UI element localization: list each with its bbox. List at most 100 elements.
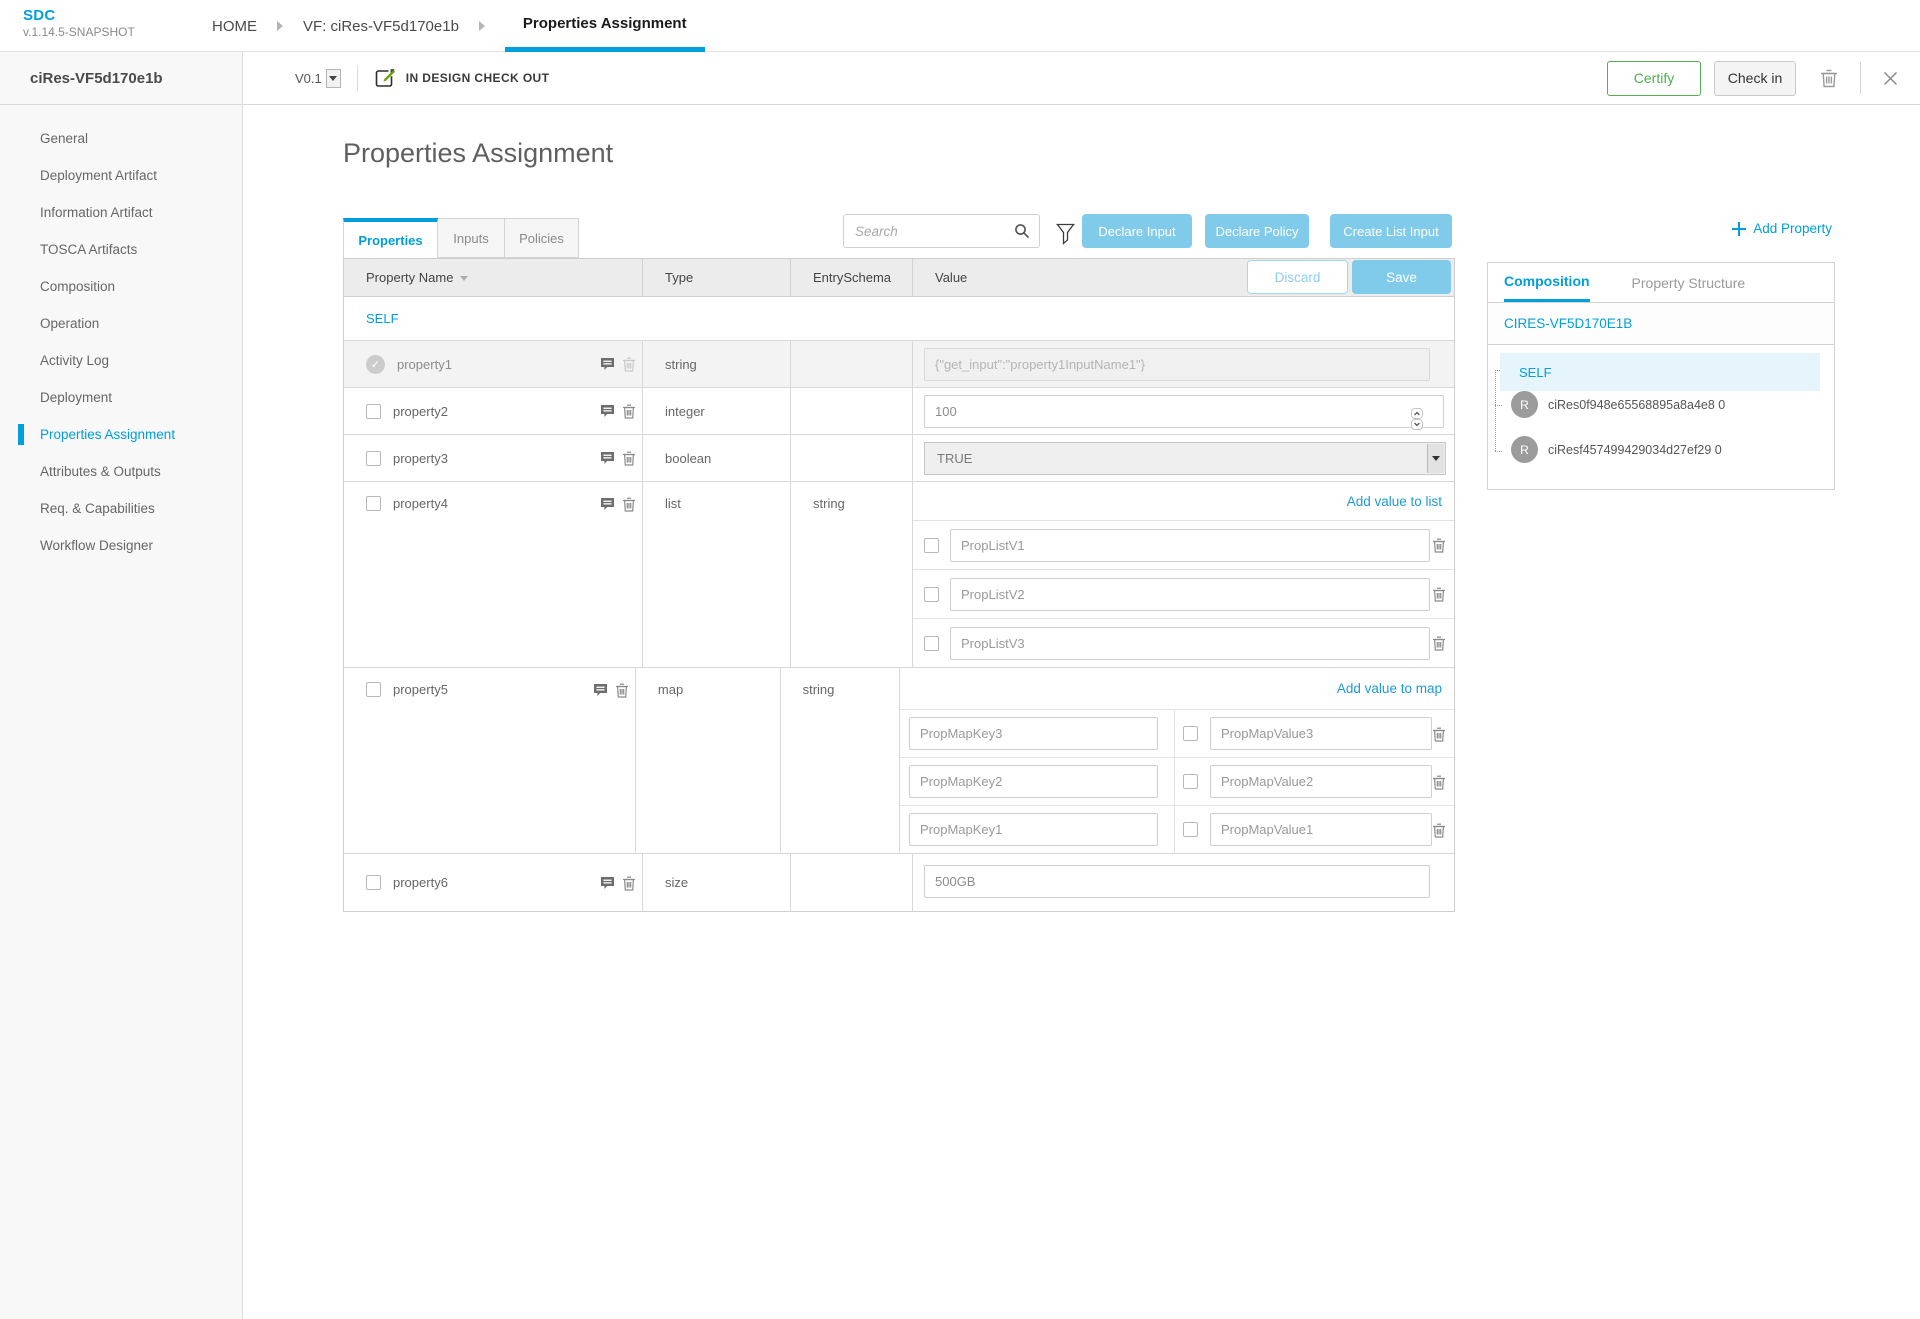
lifecycle-actions: Certify Check in [1607,61,1902,96]
sidebar-item-deployment-artifact[interactable]: Deployment Artifact [0,157,242,194]
column-header-entry-schema[interactable]: EntrySchema [790,259,912,296]
trash-icon[interactable] [1432,822,1446,838]
search-input[interactable] [855,224,1014,239]
comment-icon[interactable] [600,876,615,890]
row-checkbox[interactable] [366,682,381,697]
comment-icon[interactable] [600,497,615,511]
sidebar-item-workflow-designer[interactable]: Workflow Designer [0,527,242,564]
comment-icon[interactable] [600,404,615,418]
close-icon[interactable] [1879,67,1902,90]
property-name-label: property4 [393,496,448,511]
tab-composition[interactable]: Composition [1504,263,1590,302]
property6-value-input[interactable] [924,865,1430,898]
check-in-button[interactable]: Check in [1714,61,1796,96]
sidebar-item-information-artifact[interactable]: Information Artifact [0,194,242,231]
list-value-checkbox[interactable] [924,587,939,602]
divider [1174,758,1175,805]
trash-icon[interactable] [1432,537,1446,553]
add-value-to-map-link[interactable]: Add value to map [1337,681,1442,696]
sidebar-item-operation[interactable]: Operation [0,305,242,342]
property3-value-select[interactable]: TRUE [924,442,1446,475]
list-value-input[interactable] [950,627,1430,660]
tree-connector-line [1495,370,1496,451]
declare-policy-button[interactable]: Declare Policy [1205,214,1309,248]
list-value-input[interactable] [950,578,1430,611]
property2-value-input[interactable] [924,395,1444,428]
save-button[interactable]: Save [1352,260,1451,294]
tab-inputs[interactable]: Inputs [438,218,505,258]
delete-component-button[interactable] [1816,64,1842,92]
column-header-type[interactable]: Type [642,259,790,296]
map-key-input[interactable] [909,717,1158,750]
sidebar-item-activity-log[interactable]: Activity Log [0,342,242,379]
breadcrumb-properties-assignment[interactable]: Properties Assignment [505,0,705,52]
app-logo[interactable]: SDC v.1.14.5-SNAPSHOT [23,7,135,39]
sidebar-item-tosca-artifacts[interactable]: TOSCA Artifacts [0,231,242,268]
trash-icon[interactable] [622,403,636,419]
sidebar-item-properties-assignment[interactable]: Properties Assignment [0,416,242,453]
map-value-input[interactable] [1210,717,1432,750]
trash-icon[interactable] [622,875,636,891]
map-value-checkbox[interactable] [1183,774,1198,789]
add-property-button[interactable]: Add Property [1732,221,1832,236]
app-version-text: v.1.14.5-SNAPSHOT [23,25,135,39]
breadcrumb-vf[interactable]: VF: ciRes-VF5d170e1b [303,18,459,35]
composition-tree: SELF R ciRes0f948e65568895a8a4e8 0 R ciR… [1488,345,1834,489]
instance-name-label: ciResf457499429034d27ef29 0 [1548,443,1722,457]
comment-icon[interactable] [600,357,615,371]
create-list-input-button[interactable]: Create List Input [1330,214,1452,248]
add-value-to-list-link[interactable]: Add value to list [1347,494,1442,509]
list-value-input[interactable] [950,529,1430,562]
trash-icon[interactable] [1432,726,1446,742]
table-row-property4: property4 list string Add value to list [344,482,1454,668]
version-dropdown-icon[interactable] [326,69,341,88]
tree-item-instance[interactable]: R ciResf457499429034d27ef29 0 [1511,436,1722,463]
property1-value-cell [912,341,1454,387]
row-checkbox[interactable] [366,451,381,466]
sidebar-item-deployment[interactable]: Deployment [0,379,242,416]
tab-property-structure[interactable]: Property Structure [1632,263,1746,302]
sidebar-item-general[interactable]: General [0,120,242,157]
number-spinner-icon[interactable] [1411,408,1423,430]
search-icon[interactable] [1014,223,1030,239]
filter-icon[interactable] [1051,218,1080,251]
map-value-input[interactable] [1210,813,1432,846]
row-checkbox[interactable] [366,404,381,419]
sort-descending-icon [460,276,468,281]
map-key-input[interactable] [909,765,1158,798]
trash-icon[interactable] [1432,586,1446,602]
list-value-checkbox[interactable] [924,538,939,553]
comment-icon[interactable] [593,683,608,697]
trash-icon[interactable] [615,682,629,698]
map-value-checkbox[interactable] [1183,726,1198,741]
trash-icon[interactable] [622,496,636,512]
sidebar-item-composition[interactable]: Composition [0,268,242,305]
comment-icon[interactable] [600,451,615,465]
group-row-self[interactable]: SELF [344,297,1454,341]
row-checkbox[interactable] [366,496,381,511]
property5-name-cell: property5 [344,668,635,853]
composition-component-title[interactable]: CIRES-VF5D170E1B [1488,303,1834,345]
row-checkbox[interactable] [366,875,381,890]
property4-value-cell: Add value to list [912,482,1454,667]
sidebar-item-req-capabilities[interactable]: Req. & Capabilities [0,490,242,527]
trash-icon[interactable] [1432,774,1446,790]
certify-button[interactable]: Certify [1607,61,1701,96]
map-value-checkbox[interactable] [1183,822,1198,837]
tree-item-instance[interactable]: R ciRes0f948e65568895a8a4e8 0 [1511,391,1725,418]
breadcrumb-home[interactable]: HOME [212,18,257,35]
tree-item-self[interactable]: SELF [1500,353,1820,391]
version-selector[interactable]: V0.1 [295,69,341,88]
trash-icon[interactable] [622,450,636,466]
map-value-input[interactable] [1210,765,1432,798]
property1-value-input [924,348,1430,381]
discard-button[interactable]: Discard [1247,260,1348,294]
trash-icon[interactable] [1432,635,1446,651]
sidebar-item-attributes-outputs[interactable]: Attributes & Outputs [0,453,242,490]
column-header-property-name[interactable]: Property Name [344,259,642,296]
tab-policies[interactable]: Policies [505,218,579,258]
declare-input-button[interactable]: Declare Input [1082,214,1192,248]
map-key-input[interactable] [909,813,1158,846]
tab-properties[interactable]: Properties [343,218,438,258]
list-value-checkbox[interactable] [924,636,939,651]
